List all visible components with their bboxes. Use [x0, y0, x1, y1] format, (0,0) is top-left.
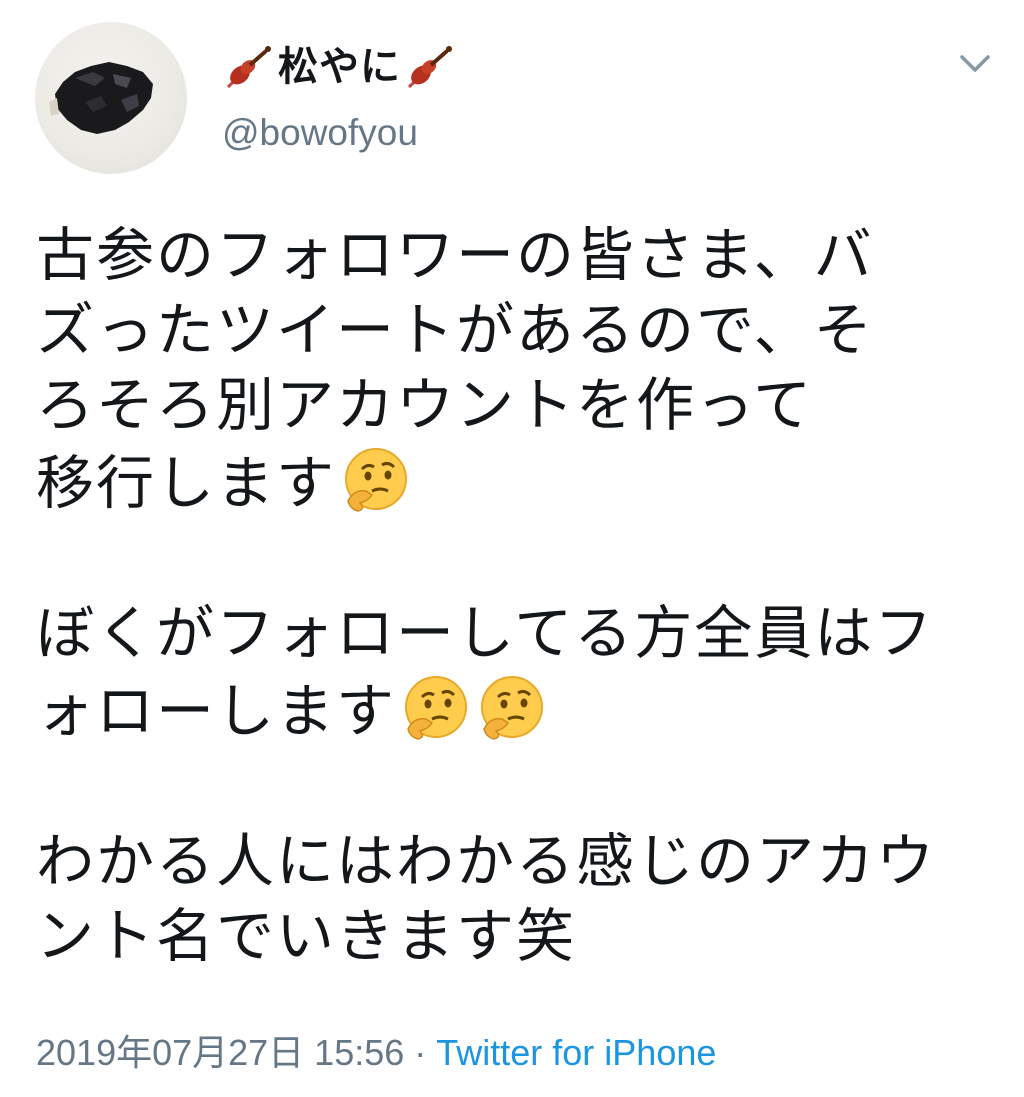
display-name[interactable]: 松やに	[222, 36, 457, 98]
violin-icon	[222, 41, 276, 93]
tweet-paragraph: わかる人にはわかる感じのアカウ ント名でいきます笑	[36, 824, 996, 974]
text-line: わかる人にはわかる感じのアカウ	[36, 827, 937, 895]
text-line-with-emoji: ォローします	[36, 671, 996, 749]
timestamp[interactable]: 2019年07月27日 15:56	[36, 1032, 404, 1073]
text-line: 移行します	[36, 449, 337, 517]
tweet-text: 古参のフォロワーの皆さま、バ ズったツイートがあるので、そ ろそろ別アカウントを…	[36, 218, 996, 974]
text-line: ント名でいきます笑	[36, 902, 577, 970]
chevron-down-icon[interactable]	[956, 48, 994, 78]
violin-icon	[403, 41, 457, 93]
tweet-meta: 2019年07月27日 15:56 · Twitter for iPhone	[36, 1024, 716, 1076]
thinking-face-icon	[398, 671, 472, 745]
text-line-with-emoji: 移行します	[36, 443, 996, 521]
avatar[interactable]	[35, 22, 187, 174]
text-line: ズったツイートがあるので、そ	[36, 296, 874, 364]
text-line: ぼくがフォローしてる方全員はフ	[36, 599, 935, 667]
tweet-header: 松やに @bowofyou	[222, 36, 457, 154]
avatar-image	[49, 62, 153, 134]
tweet-paragraph: ぼくがフォローしてる方全員はフ ォローします	[36, 596, 996, 749]
text-line: ォローします	[36, 677, 397, 745]
tweet: 松やに @bowofyou 古参のフォロワーの皆さま、バ ズったツイートがあるの…	[0, 0, 1024, 1097]
thinking-face-icon	[474, 671, 548, 745]
meta-separator: ·	[414, 1032, 427, 1073]
user-handle[interactable]: @bowofyou	[222, 112, 457, 154]
thinking-face-icon	[338, 443, 412, 517]
text-line: 古参のフォロワーの皆さま、バ	[36, 221, 874, 289]
text-line: ろそろ別アカウントを作って	[36, 371, 814, 439]
tweet-paragraph: 古参のフォロワーの皆さま、バ ズったツイートがあるので、そ ろそろ別アカウントを…	[36, 218, 996, 521]
source-link[interactable]: Twitter for iPhone	[436, 1032, 716, 1073]
display-name-text: 松やに	[278, 44, 401, 90]
